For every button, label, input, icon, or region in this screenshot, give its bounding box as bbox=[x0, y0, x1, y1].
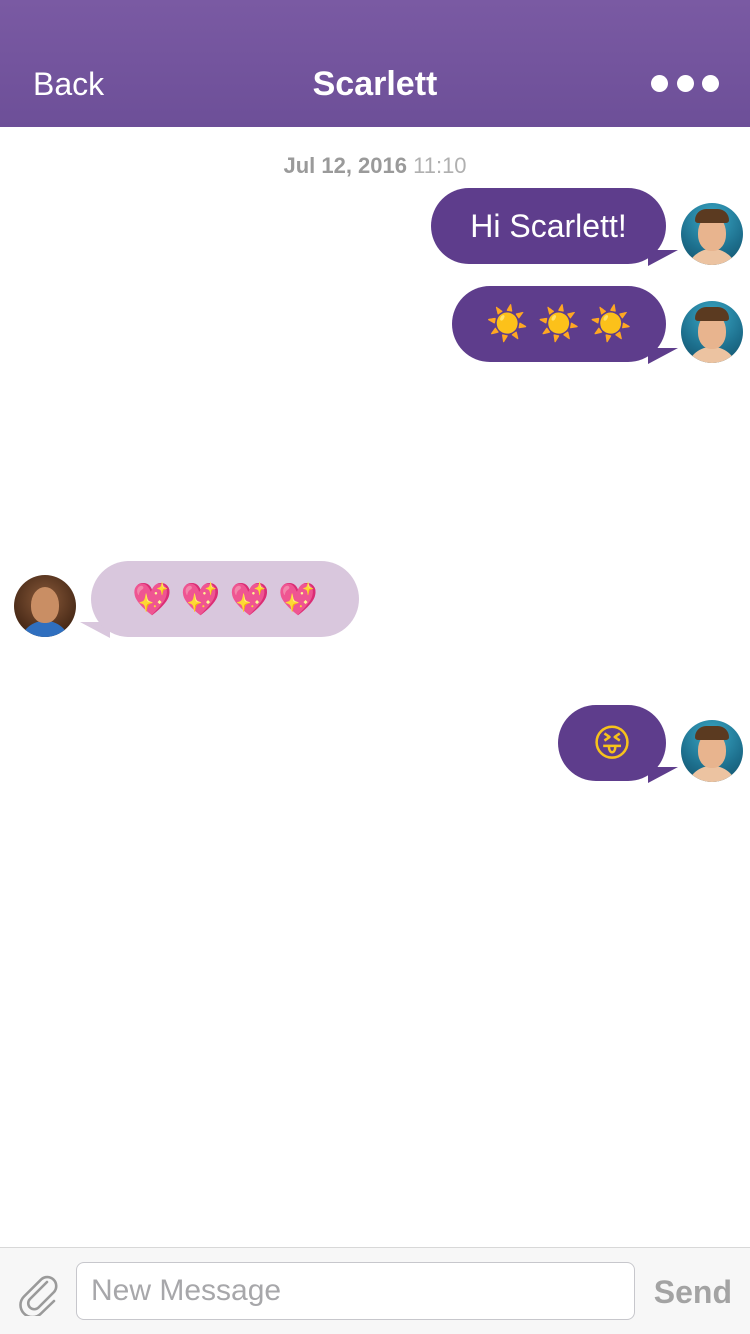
bubble-tail bbox=[648, 250, 678, 266]
send-button[interactable]: Send bbox=[654, 1272, 732, 1312]
message-timestamp: Jul 12, 2016 11:10 bbox=[0, 152, 750, 180]
ellipsis-icon-dot-3 bbox=[702, 74, 719, 92]
user-avatar[interactable] bbox=[681, 203, 743, 265]
new-message-input[interactable] bbox=[76, 1262, 635, 1320]
message-text: 😝 bbox=[592, 722, 632, 765]
avatar-hair bbox=[695, 209, 729, 223]
paperclip-icon bbox=[19, 1275, 58, 1319]
message-text: ☀️ ☀️ ☀️ bbox=[486, 305, 632, 343]
timestamp-time: 11:10 bbox=[413, 153, 467, 178]
timestamp-date: Jul 12, 2016 bbox=[283, 153, 407, 178]
nav-bar: Back Scarlett bbox=[0, 0, 750, 127]
ellipsis-icon bbox=[651, 74, 668, 92]
incoming-message-bubble[interactable]: 💖 💖 💖 💖 bbox=[91, 561, 359, 637]
message-composer: Send bbox=[0, 1247, 750, 1334]
avatar-shoulders bbox=[687, 766, 737, 782]
message-text: Hi Scarlett! bbox=[470, 207, 627, 244]
attach-button[interactable] bbox=[14, 1268, 62, 1319]
user-avatar[interactable] bbox=[681, 301, 743, 363]
contact-avatar[interactable] bbox=[14, 575, 76, 637]
outgoing-message-bubble[interactable]: ☀️ ☀️ ☀️ bbox=[452, 286, 666, 362]
message-text: 💖 💖 💖 💖 bbox=[131, 581, 319, 617]
avatar-shoulders bbox=[687, 347, 737, 363]
avatar-shoulders bbox=[687, 249, 737, 265]
conversation-title: Scarlett bbox=[312, 65, 438, 103]
avatar-hair bbox=[695, 307, 729, 321]
bubble-tail bbox=[648, 348, 678, 364]
more-options-button[interactable] bbox=[651, 72, 719, 94]
bubble-tail bbox=[648, 767, 678, 783]
avatar-hair bbox=[695, 726, 729, 740]
user-avatar[interactable] bbox=[681, 720, 743, 782]
avatar-shoulders bbox=[20, 621, 70, 637]
avatar-face bbox=[31, 587, 59, 623]
ellipsis-icon-dot-2 bbox=[676, 74, 694, 92]
outgoing-message-bubble[interactable]: Hi Scarlett! bbox=[431, 188, 666, 264]
